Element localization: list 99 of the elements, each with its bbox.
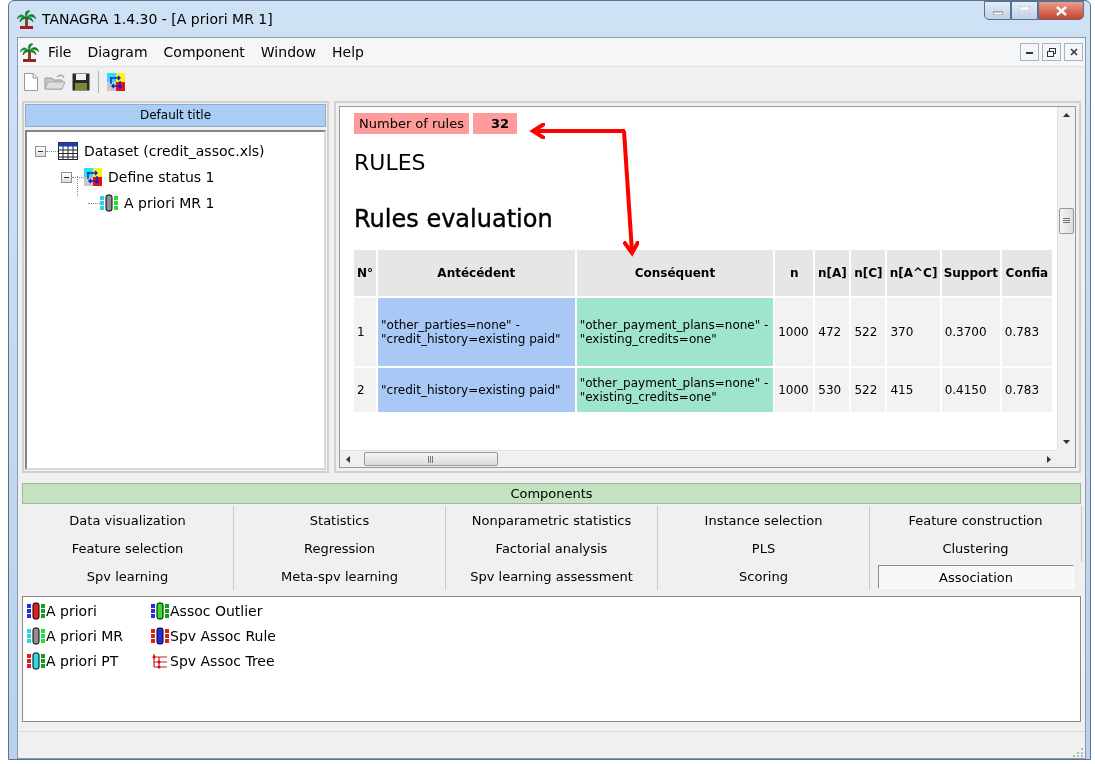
maximize-icon: [1019, 6, 1030, 15]
component-icon: [27, 626, 45, 645]
close-button[interactable]: [1038, 1, 1084, 20]
component-icon: [27, 651, 45, 670]
components-header: Components: [22, 483, 1081, 504]
collapse-toggle[interactable]: [35, 145, 46, 157]
resize-grip-icon: [1071, 746, 1085, 758]
column-header: n[C]: [851, 250, 886, 296]
table-cell: 1000: [775, 368, 814, 412]
column-header: Support: [941, 250, 1000, 296]
window-title: TANAGRA 1.4.30 - [A priori MR 1]: [42, 11, 274, 27]
table-cell: "other_payment_plans=none" - "existing_credits=one": [576, 368, 774, 412]
menu-item[interactable]: File: [41, 42, 79, 62]
status-icon[interactable]: [107, 73, 125, 91]
table-cell: 1: [354, 298, 377, 366]
category-tab[interactable]: Regression: [234, 534, 446, 562]
grip-icon: [1063, 218, 1070, 224]
category-tab[interactable]: Clustering: [870, 534, 1082, 562]
category-tab[interactable]: Meta-spv learning: [234, 562, 446, 590]
restore-button[interactable]: [1042, 43, 1061, 61]
category-tab[interactable]: Data visualization: [22, 506, 234, 534]
grip-icon: [428, 455, 434, 463]
menu-item[interactable]: Diagram: [80, 42, 155, 62]
palette-entry[interactable]: Assoc Outlier: [170, 602, 263, 619]
section-heading: RULES: [354, 150, 427, 175]
table-cell: "other_parties=none" - "credit_history=existing paid": [378, 298, 575, 366]
scrollbar-thumb[interactable]: [1059, 208, 1074, 234]
table-cell: "other_payment_plans=none" - "existing_credits=one": [576, 298, 774, 366]
tree-icon: [151, 651, 170, 670]
column-header: n: [775, 250, 814, 296]
category-tab[interactable]: Spv learning: [22, 562, 234, 590]
close-button[interactable]: [1064, 43, 1083, 61]
category-tab[interactable]: Spv learning assessment: [446, 562, 658, 590]
status-icon: [84, 168, 102, 186]
table-cell: 0.783: [1001, 298, 1052, 366]
column-header: Confia: [1001, 250, 1052, 296]
category-tab[interactable]: Feature construction: [870, 506, 1082, 534]
palette-entry[interactable]: A priori: [46, 602, 97, 619]
column-header: n[A^C]: [887, 250, 940, 296]
table-cell: 0.783: [1001, 368, 1052, 412]
app-icon: [20, 42, 39, 62]
menu-item[interactable]: Component: [156, 42, 252, 62]
category-tab[interactable]: Nonparametric statistics: [446, 506, 658, 534]
column-header: Conséquent: [576, 250, 774, 296]
column-header: Antécédent: [378, 250, 575, 296]
category-tab[interactable]: Instance selection: [658, 506, 870, 534]
palette-entry[interactable]: Spv Assoc Rule: [170, 627, 276, 644]
category-tab[interactable]: PLS: [658, 534, 870, 562]
menu-item[interactable]: Help: [325, 42, 371, 62]
collapse-toggle[interactable]: [61, 171, 72, 183]
category-tab[interactable]: Statistics: [234, 506, 446, 534]
category-tab[interactable]: Feature selection: [22, 534, 234, 562]
tree-item[interactable]: Define status 1: [106, 168, 217, 186]
restore-icon: [1047, 47, 1056, 57]
scroll-right-icon[interactable]: [1047, 455, 1051, 463]
minimize-button[interactable]: [1020, 43, 1039, 61]
table-cell: "credit_history=existing paid": [378, 368, 575, 412]
palette-entry[interactable]: A priori PT: [46, 652, 119, 669]
maximize-button[interactable]: [1011, 1, 1038, 20]
close-icon: [1055, 5, 1067, 16]
column-header: n[A]: [815, 250, 850, 296]
table-cell: 1000: [775, 298, 814, 366]
table-cell: 522: [851, 298, 886, 366]
table-cell: 2: [354, 368, 377, 412]
horizontal-scrollbar[interactable]: [340, 450, 1057, 467]
table-cell: 0.3700: [941, 298, 1000, 366]
table-cell: 415: [887, 368, 940, 412]
vertical-scrollbar[interactable]: [1057, 107, 1075, 450]
menu-item[interactable]: Window: [253, 42, 324, 62]
scroll-down-icon[interactable]: [1063, 440, 1070, 444]
summary-label: Number of rules: [354, 113, 469, 134]
panel-title: Default title: [25, 104, 326, 127]
table-cell: 530: [815, 368, 850, 412]
minimize-icon: [1026, 50, 1033, 54]
component-icon: [151, 601, 170, 620]
component-icon: [151, 626, 170, 645]
table-cell: 370: [887, 298, 940, 366]
scroll-left-icon[interactable]: [346, 455, 350, 463]
category-tab[interactable]: Factorial analysis: [446, 534, 658, 562]
table-icon: [58, 142, 78, 160]
table-cell: 472: [815, 298, 850, 366]
component-icon: [27, 601, 45, 620]
summary-value: 32: [473, 113, 518, 134]
category-tab[interactable]: Association: [878, 565, 1074, 589]
category-tab[interactable]: Scoring: [658, 562, 870, 590]
table-cell: 0.4150: [941, 368, 1000, 412]
tree-item[interactable]: Dataset (credit_assoc.xls): [82, 142, 267, 160]
app-icon: [17, 9, 36, 29]
table-cell: 522: [851, 368, 886, 412]
new-file-icon[interactable]: [24, 73, 38, 91]
tree-item[interactable]: A priori MR 1: [122, 194, 217, 212]
palette-entry[interactable]: A priori MR: [46, 627, 124, 644]
column-header: N°: [354, 250, 377, 296]
close-icon: [1069, 48, 1078, 56]
scrollbar-thumb[interactable]: [364, 452, 498, 466]
section-heading: Rules evaluation: [354, 205, 554, 233]
scroll-up-icon[interactable]: [1063, 113, 1070, 117]
save-icon[interactable]: [72, 73, 90, 91]
palette-entry[interactable]: Spv Assoc Tree: [170, 652, 275, 669]
